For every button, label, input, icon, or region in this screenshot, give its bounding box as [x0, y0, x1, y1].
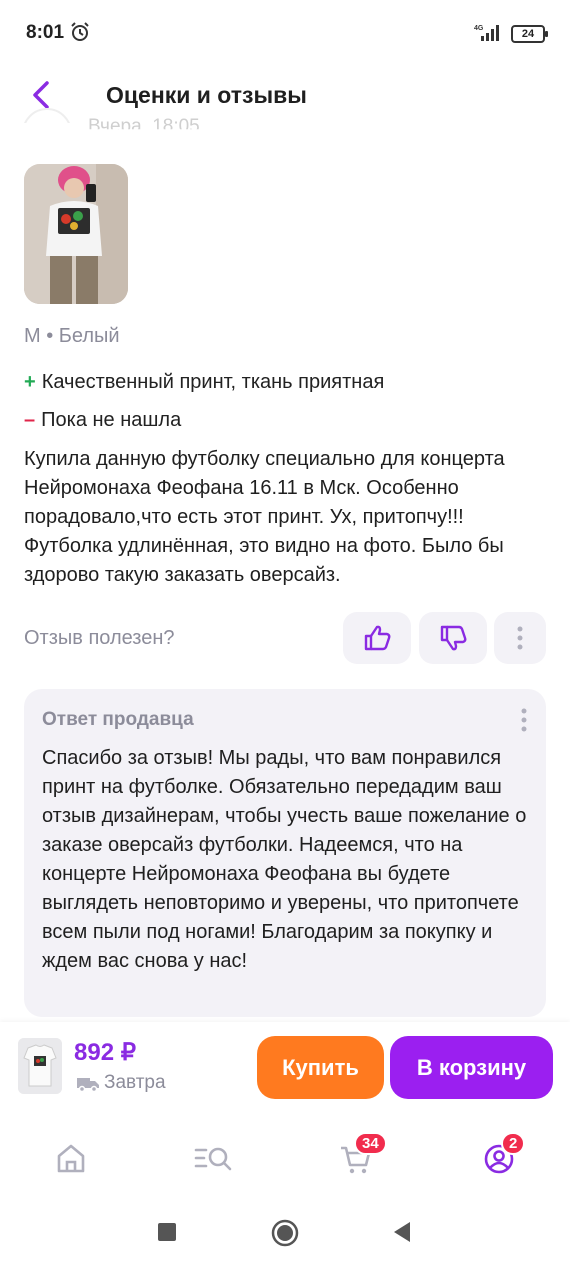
cons-text: Пока не нашла [41, 409, 182, 431]
minus-sign: – [24, 409, 36, 431]
helpful-question: Отзыв полезен? [24, 627, 175, 649]
product-price: 892 ₽ [74, 1039, 136, 1066]
buy-now-button[interactable]: Купить [257, 1036, 384, 1099]
review-date: Вчера, 18:05 [88, 116, 200, 137]
bottom-navigation: 34 2 [0, 1120, 570, 1200]
page-title: Оценки и отзывы [106, 82, 307, 108]
review-cons: – Пока не нашла [24, 409, 181, 432]
battery-indicator: 24 [511, 25, 548, 43]
nav-cart[interactable]: 34 [336, 1132, 387, 1178]
signal-icon: 4G [474, 25, 499, 41]
pros-text: Качественный принт, ткань приятная [41, 371, 385, 393]
reviewer-avatar [22, 108, 72, 123]
thumbs-up-icon [364, 625, 391, 651]
alarm-icon [71, 22, 89, 41]
back-arrow-icon[interactable] [28, 80, 54, 110]
system-back-icon[interactable] [392, 1221, 412, 1243]
nav-profile[interactable]: 2 [479, 1132, 526, 1178]
catalog-search-icon [194, 1147, 232, 1171]
product-thumbnail-image [18, 1038, 62, 1094]
seller-reply-title: Ответ продавца [42, 709, 194, 730]
seller-reply-text: Спасибо за отзыв! Мы рады, что вам понра… [42, 747, 527, 972]
nav-catalog[interactable] [192, 1138, 232, 1178]
like-button[interactable] [343, 612, 411, 664]
nav-home[interactable] [51, 1138, 91, 1178]
delivery-date: Завтра [104, 1072, 166, 1093]
review-pros: + Качественный принт, ткань приятная [24, 371, 384, 394]
product-variant: M • Белый [24, 325, 120, 347]
delivery-truck-icon [77, 1078, 99, 1093]
recent-apps-icon[interactable] [157, 1222, 177, 1242]
product-thumbnail[interactable] [18, 1038, 62, 1094]
buy-bar: 892 ₽ Завтра Купить В корзину [0, 1022, 570, 1120]
review-photo[interactable] [24, 164, 128, 304]
add-to-cart-button[interactable]: В корзину [390, 1036, 553, 1099]
cart-badge: 34 [354, 1132, 387, 1155]
review-more-button[interactable] [494, 612, 546, 664]
home-icon [57, 1144, 85, 1173]
plus-sign: + [24, 371, 36, 393]
status-time: 8:01 [26, 22, 65, 43]
more-vertical-icon[interactable] [514, 705, 534, 735]
dislike-button[interactable] [419, 612, 487, 664]
review-text: Купила данную футболку специально для ко… [24, 448, 505, 586]
profile-badge: 2 [501, 1132, 526, 1155]
more-vertical-icon [517, 626, 523, 650]
system-navigation [0, 1200, 570, 1267]
network-type: 4G [474, 25, 484, 32]
system-home-icon[interactable] [270, 1218, 300, 1248]
review-photo-image [24, 164, 128, 304]
seller-reply-card: Ответ продавца Спасибо за отзыв! Мы рады… [24, 689, 546, 1017]
thumbs-down-icon [440, 625, 467, 651]
